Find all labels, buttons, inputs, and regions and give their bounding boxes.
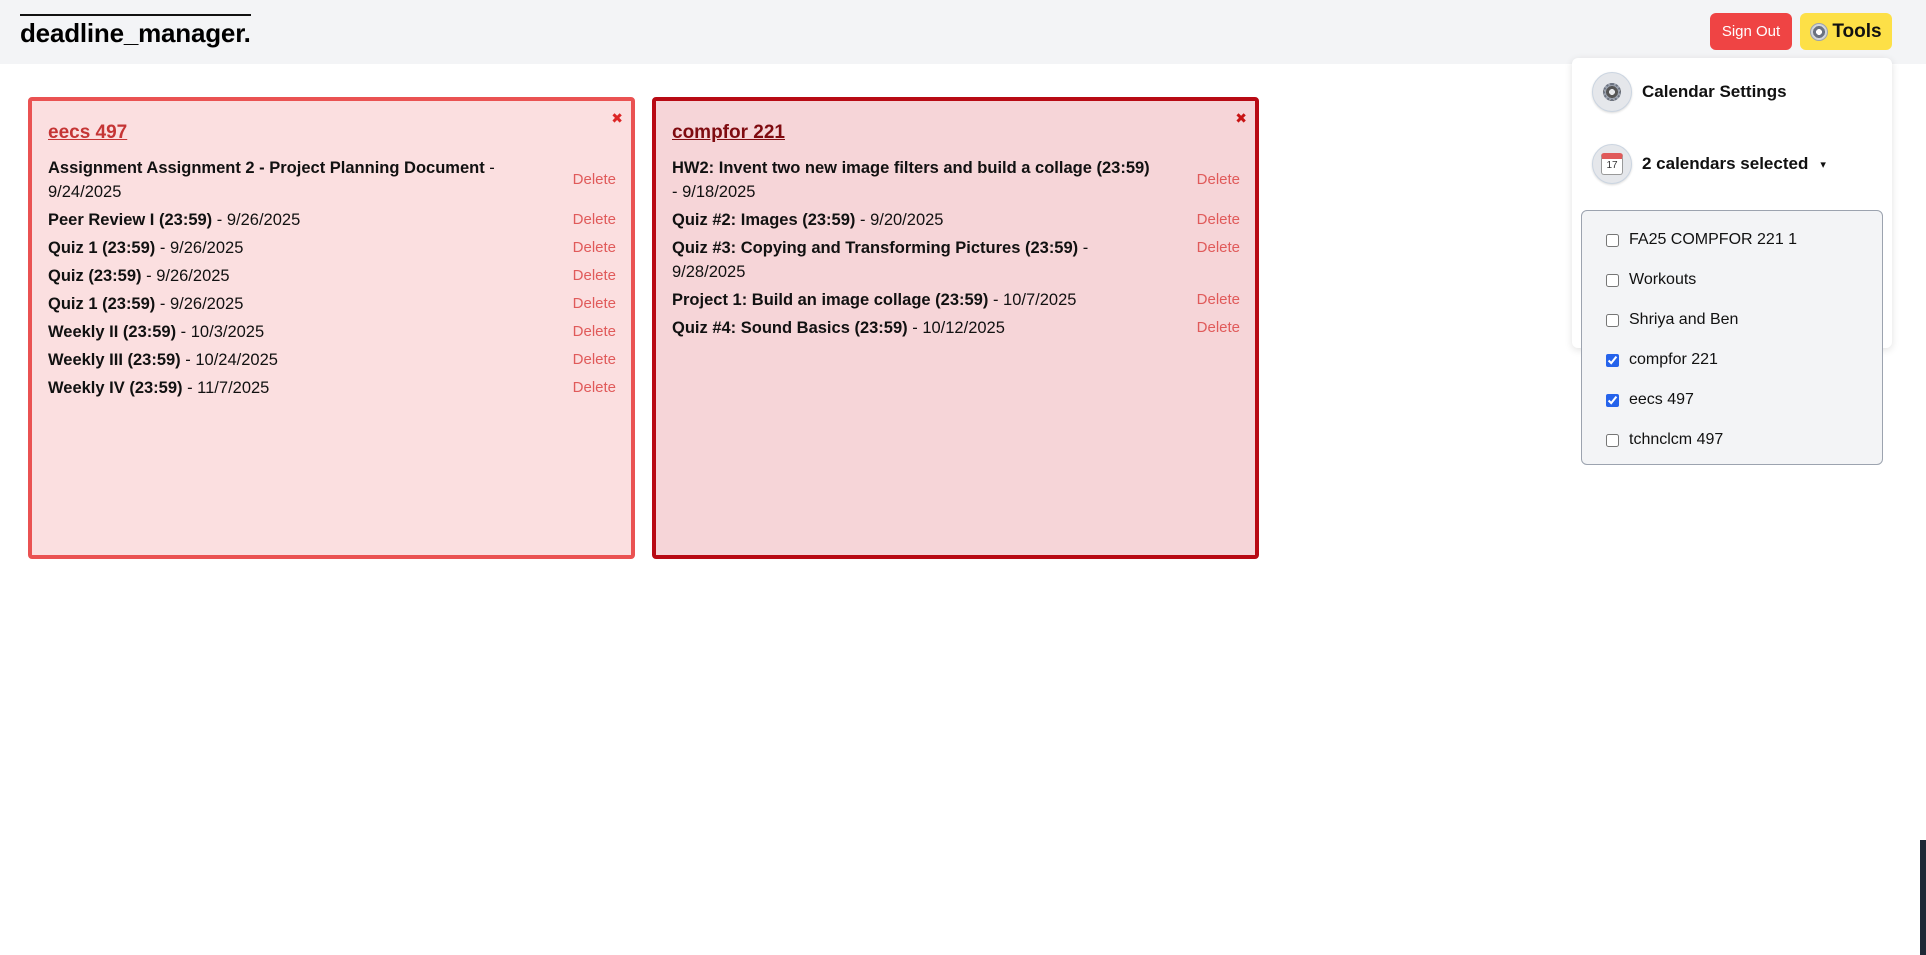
deadline-name: Quiz (23:59) [48,267,142,285]
deadline-row: Weekly IV (23:59) - 11/7/2025 Delete [48,376,616,400]
deadline-row: Quiz #3: Copying and Transforming Pictur… [672,236,1240,284]
delete-button[interactable]: Delete [573,292,616,316]
calendar-checklist: FA25 COMPFOR 221 1 Workouts Shriya and B… [1581,210,1883,465]
deadline-date: - 9/26/2025 [141,267,230,285]
deadline-name: Quiz #3: Copying and Transforming Pictur… [672,239,1079,257]
deadline-name: Weekly III (23:59) [48,351,181,369]
calendar-icon: 17 [1601,153,1623,175]
deadline-row: Quiz #2: Images (23:59) - 9/20/2025 Dele… [672,208,1240,232]
calendar-option[interactable]: tchnclcm 497 [1606,431,1723,449]
delete-button[interactable]: Delete [573,320,616,344]
sign-out-button[interactable]: Sign Out [1710,13,1792,50]
gear-icon [1810,22,1829,41]
calendar-option[interactable]: Workouts [1606,271,1696,289]
course-card-eecs-497: eecs 497 ✖ Assignment Assignment 2 - Pro… [28,97,635,559]
close-card-icon[interactable]: ✖ [611,110,623,127]
calendar-option-label: Workouts [1629,271,1697,288]
deadline-name: Quiz #4: Sound Basics (23:59) [672,319,908,337]
deadline-row: Quiz (23:59) - 9/26/2025 Delete [48,264,616,288]
deadline-row: Quiz #4: Sound Basics (23:59) - 10/12/20… [672,316,1240,340]
close-card-icon[interactable]: ✖ [1235,110,1247,127]
window-edge [1920,840,1926,955]
deadline-row: Assignment Assignment 2 - Project Planni… [48,156,616,204]
calendar-checkbox[interactable] [1606,393,1619,407]
course-card-compfor-221: compfor 221 ✖ HW2: Invent two new image … [652,97,1259,559]
deadline-name: Quiz 1 (23:59) [48,239,156,257]
card-title[interactable]: eecs 497 [48,122,127,144]
calendar-option[interactable]: eecs 497 [1606,391,1694,409]
deadline-name: Project 1: Build an image collage (23:59… [672,291,989,309]
gear-icon [1603,83,1621,101]
card-title[interactable]: compfor 221 [672,122,785,144]
deadline-date: - 9/20/2025 [855,211,944,229]
delete-button[interactable]: Delete [573,376,616,400]
deadline-row: Project 1: Build an image collage (23:59… [672,288,1240,312]
calendars-selector-button[interactable]: 17 2 calendars selected ▾ [1592,144,1826,184]
calendar-settings-label: Calendar Settings [1642,82,1787,101]
delete-button[interactable]: Delete [1197,208,1240,232]
calendar-checkbox[interactable] [1606,433,1619,447]
deadline-list: Assignment Assignment 2 - Project Planni… [48,156,616,404]
tools-button-label: Tools [1832,20,1882,42]
delete-button[interactable]: Delete [1197,316,1240,340]
deadline-date: - 10/24/2025 [180,351,278,369]
calendar-option-label: eecs 497 [1629,391,1694,408]
deadline-date: - 10/7/2025 [988,291,1077,309]
deadline-row: Quiz 1 (23:59) - 9/26/2025 Delete [48,292,616,316]
calendar-settings-button[interactable]: Calendar Settings [1592,72,1787,112]
calendars-selected-label: 2 calendars selected [1642,154,1809,173]
calendar-checkbox[interactable] [1606,353,1619,367]
deadline-name: Quiz #2: Images (23:59) [672,211,856,229]
deadline-date: - 9/26/2025 [155,239,244,257]
delete-button[interactable]: Delete [573,236,616,260]
deadline-date: - 9/26/2025 [212,211,301,229]
delete-button[interactable]: Delete [573,168,616,192]
calendar-checkbox[interactable] [1606,313,1619,327]
delete-button[interactable]: Delete [573,208,616,232]
calendar-icon-circle: 17 [1592,144,1632,184]
calendar-option[interactable]: Shriya and Ben [1606,311,1738,329]
deadline-list: HW2: Invent two new image filters and bu… [672,156,1240,344]
deadline-name: Peer Review I (23:59) [48,211,213,229]
delete-button[interactable]: Delete [1197,236,1240,260]
deadline-name: Weekly IV (23:59) [48,379,183,397]
app-logo[interactable]: deadline_manager. [20,14,251,48]
deadline-row: Peer Review I (23:59) - 9/26/2025 Delete [48,208,616,232]
deadline-name: HW2: Invent two new image filters and bu… [672,159,1150,177]
chevron-down-icon: ▾ [1820,158,1826,171]
deadline-date: - 10/3/2025 [176,323,265,341]
settings-icon-circle [1592,72,1632,112]
deadline-row: Quiz 1 (23:59) - 9/26/2025 Delete [48,236,616,260]
calendar-option-label: Shriya and Ben [1629,311,1739,328]
delete-button[interactable]: Delete [1197,168,1240,192]
calendar-option[interactable]: compfor 221 [1606,351,1718,369]
calendar-checkbox[interactable] [1606,233,1619,247]
calendar-option-label: compfor 221 [1629,351,1718,368]
calendar-option[interactable]: FA25 COMPFOR 221 1 [1606,231,1797,249]
deadline-name: Assignment Assignment 2 - Project Planni… [48,159,485,177]
deadline-name: Quiz 1 (23:59) [48,295,156,313]
delete-button[interactable]: Delete [1197,288,1240,312]
calendar-option-label: FA25 COMPFOR 221 1 [1629,231,1798,248]
delete-button[interactable]: Delete [573,348,616,372]
deadline-row: Weekly II (23:59) - 10/3/2025 Delete [48,320,616,344]
deadline-date: - 9/18/2025 [672,183,756,201]
deadline-name: Weekly II (23:59) [48,323,177,341]
tools-button[interactable]: Tools [1800,13,1892,50]
top-header: deadline_manager. Sign Out Tools [0,0,1926,64]
deadline-row: HW2: Invent two new image filters and bu… [672,156,1240,204]
deadline-row: Weekly III (23:59) - 10/24/2025 Delete [48,348,616,372]
deadline-date: - 10/12/2025 [907,319,1005,337]
calendar-checkbox[interactable] [1606,273,1619,287]
calendar-option-label: tchnclcm 497 [1629,431,1724,448]
deadline-date: - 11/7/2025 [182,379,270,397]
delete-button[interactable]: Delete [573,264,616,288]
deadline-date: - 9/26/2025 [155,295,244,313]
